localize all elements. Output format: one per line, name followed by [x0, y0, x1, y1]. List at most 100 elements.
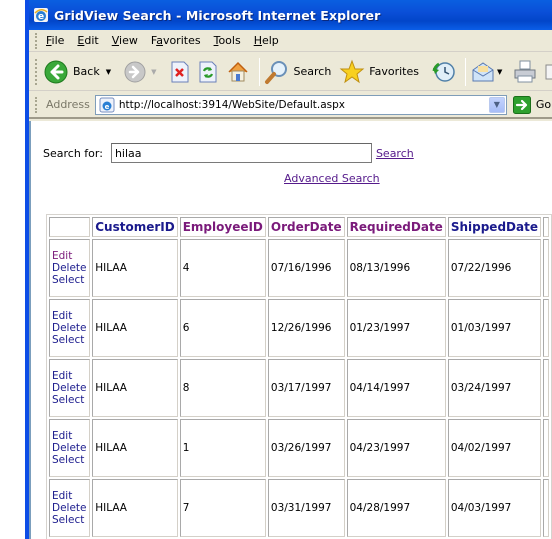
select-link[interactable]: Select	[52, 394, 84, 406]
stop-button[interactable]	[169, 60, 191, 84]
menu-tools[interactable]: Tools	[214, 34, 241, 47]
svg-text:e: e	[104, 103, 109, 111]
menu-bar: File Edit View Favorites Tools Help	[29, 30, 552, 52]
ie-logo-icon: e	[34, 8, 48, 22]
cell-employeeid: 6	[179, 299, 266, 357]
cell-extra	[542, 299, 549, 357]
svg-text:e: e	[38, 12, 44, 22]
select-link[interactable]: Select	[52, 334, 84, 346]
toolbar-separator	[465, 57, 466, 86]
back-arrow-icon	[44, 60, 68, 83]
cell-orderdate: 07/16/1996	[267, 239, 345, 297]
select-link[interactable]: Select	[52, 514, 84, 526]
search-row: Search for: Search	[43, 143, 414, 163]
cell-extra	[542, 239, 549, 297]
address-label: Address	[46, 98, 90, 111]
menu-favorites[interactable]: Favorites	[151, 34, 201, 47]
cell-requireddate: 04/23/1997	[346, 419, 446, 477]
page-content: Search for: Search Advanced Search Custo…	[29, 121, 552, 539]
select-link[interactable]: Select	[52, 274, 84, 286]
mail-button[interactable]: ▼	[470, 59, 502, 85]
menu-edit[interactable]: Edit	[77, 34, 98, 47]
menubar-grip[interactable]	[35, 32, 38, 49]
go-button[interactable]: Go	[512, 95, 552, 114]
header-customerid[interactable]: CustomerID	[92, 217, 178, 237]
command-cell: Edit Delete Select	[49, 299, 91, 357]
favorites-label: Favorites	[369, 65, 419, 78]
search-button[interactable]: Search	[264, 59, 334, 85]
title-bar[interactable]: e GridView Search - Microsoft Internet E…	[29, 0, 552, 30]
cell-orderdate: 03/31/1997	[267, 479, 345, 537]
delete-link[interactable]: Delete	[52, 262, 87, 274]
cell-orderdate: 03/17/1997	[267, 359, 345, 417]
table-row: Edit Delete Select HILAA 8 03/17/1997 04…	[49, 359, 549, 417]
edit-page-button[interactable]	[544, 61, 552, 83]
home-button[interactable]	[225, 59, 251, 85]
search-input[interactable]	[110, 143, 372, 163]
forward-arrow-icon	[124, 61, 146, 82]
back-button[interactable]: Back ▼	[43, 59, 111, 85]
cell-extra	[542, 359, 549, 417]
cell-requireddate: 08/13/1996	[346, 239, 446, 297]
back-label: Back	[73, 65, 100, 78]
cell-employeeid: 8	[179, 359, 266, 417]
star-icon	[339, 59, 365, 83]
cell-extra	[542, 479, 549, 537]
ie-window: e GridView Search - Microsoft Internet E…	[25, 0, 552, 539]
toolbar-separator	[258, 57, 260, 86]
cell-customerid: HILAA	[92, 479, 178, 537]
cell-customerid: HILAA	[92, 359, 178, 417]
print-button[interactable]	[512, 59, 538, 85]
cell-shippeddate: 04/03/1997	[447, 479, 541, 537]
cell-orderdate: 03/26/1997	[267, 419, 345, 477]
edit-link[interactable]: Edit	[52, 310, 72, 322]
table-row: Edit Delete Select HILAA 1 03/26/1997 04…	[49, 419, 549, 477]
advanced-search-link[interactable]: Advanced Search	[284, 172, 380, 185]
addressbar-grip[interactable]	[35, 96, 38, 113]
go-label: Go	[535, 98, 552, 111]
cell-employeeid: 1	[179, 419, 266, 477]
cell-shippeddate: 07/22/1996	[447, 239, 541, 297]
address-input[interactable]: e http://localhost:3914/WebSite/Default.…	[94, 94, 507, 115]
back-dropdown-icon[interactable]: ▼	[106, 68, 111, 76]
edit-link[interactable]: Edit	[52, 430, 72, 442]
edit-link[interactable]: Edit	[52, 250, 72, 262]
select-link[interactable]: Select	[52, 454, 84, 466]
forward-button[interactable]: ▼	[123, 60, 157, 84]
delete-link[interactable]: Delete	[52, 442, 87, 454]
edit-link[interactable]: Edit	[52, 490, 72, 502]
address-dropdown-button[interactable]: ▼	[488, 96, 505, 113]
menu-help[interactable]: Help	[254, 34, 279, 47]
menu-file[interactable]: File	[46, 34, 64, 47]
cell-orderdate: 12/26/1996	[267, 299, 345, 357]
history-button[interactable]	[431, 59, 457, 85]
favorites-button[interactable]: Favorites	[339, 59, 421, 85]
cell-shippeddate: 04/02/1997	[447, 419, 541, 477]
mail-icon	[472, 61, 494, 81]
edit-link[interactable]: Edit	[52, 370, 72, 382]
printer-icon	[514, 60, 536, 82]
toolbar-grip[interactable]	[35, 58, 37, 85]
refresh-button[interactable]	[197, 60, 219, 84]
cell-requireddate: 04/14/1997	[346, 359, 446, 417]
forward-dropdown-icon[interactable]: ▼	[151, 68, 156, 76]
cell-extra	[542, 419, 549, 477]
mail-dropdown-icon[interactable]: ▼	[497, 68, 502, 76]
search-for-label: Search for:	[43, 146, 103, 160]
header-shippeddate[interactable]: ShippedDate	[447, 217, 541, 237]
delete-link[interactable]: Delete	[52, 502, 87, 514]
header-employeeid[interactable]: EmployeeID	[179, 217, 266, 237]
cell-customerid: HILAA	[92, 299, 178, 357]
table-row: Edit Delete Select HILAA 4 07/16/1996 08…	[49, 239, 549, 297]
chevron-down-icon: ▼	[493, 100, 500, 109]
menu-view[interactable]: View	[112, 34, 138, 47]
header-requireddate[interactable]: RequiredDate	[346, 217, 446, 237]
cell-employeeid: 4	[179, 239, 266, 297]
search-label: Search	[293, 65, 332, 78]
header-orderdate[interactable]: OrderDate	[267, 217, 345, 237]
command-cell: Edit Delete Select	[49, 239, 91, 297]
search-link[interactable]: Search	[376, 147, 414, 160]
cell-shippeddate: 01/03/1997	[447, 299, 541, 357]
delete-link[interactable]: Delete	[52, 322, 87, 334]
delete-link[interactable]: Delete	[52, 382, 87, 394]
